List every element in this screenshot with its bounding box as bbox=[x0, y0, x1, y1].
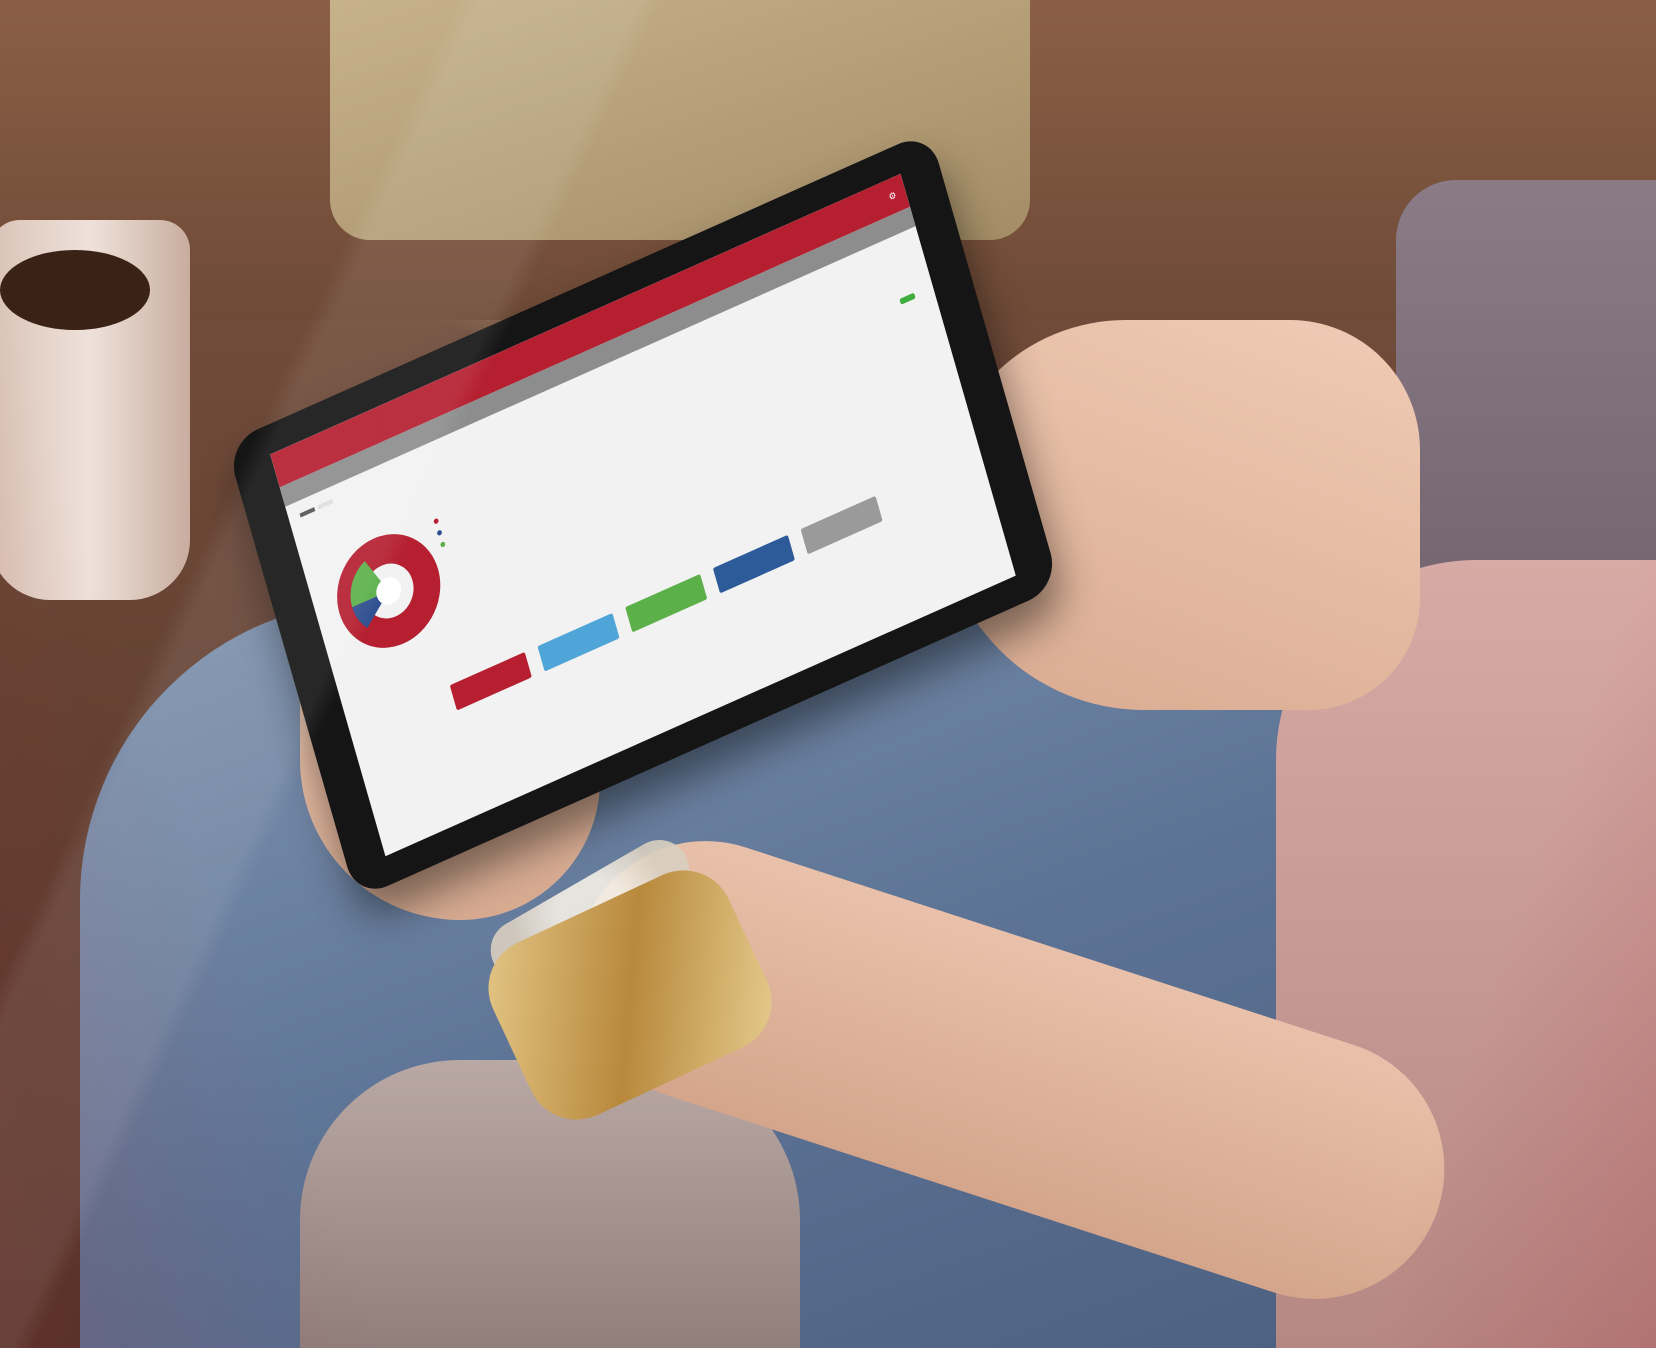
red-geometric-overlay bbox=[0, 0, 1656, 1348]
photo-scene: ⚙ bbox=[0, 0, 1656, 1348]
